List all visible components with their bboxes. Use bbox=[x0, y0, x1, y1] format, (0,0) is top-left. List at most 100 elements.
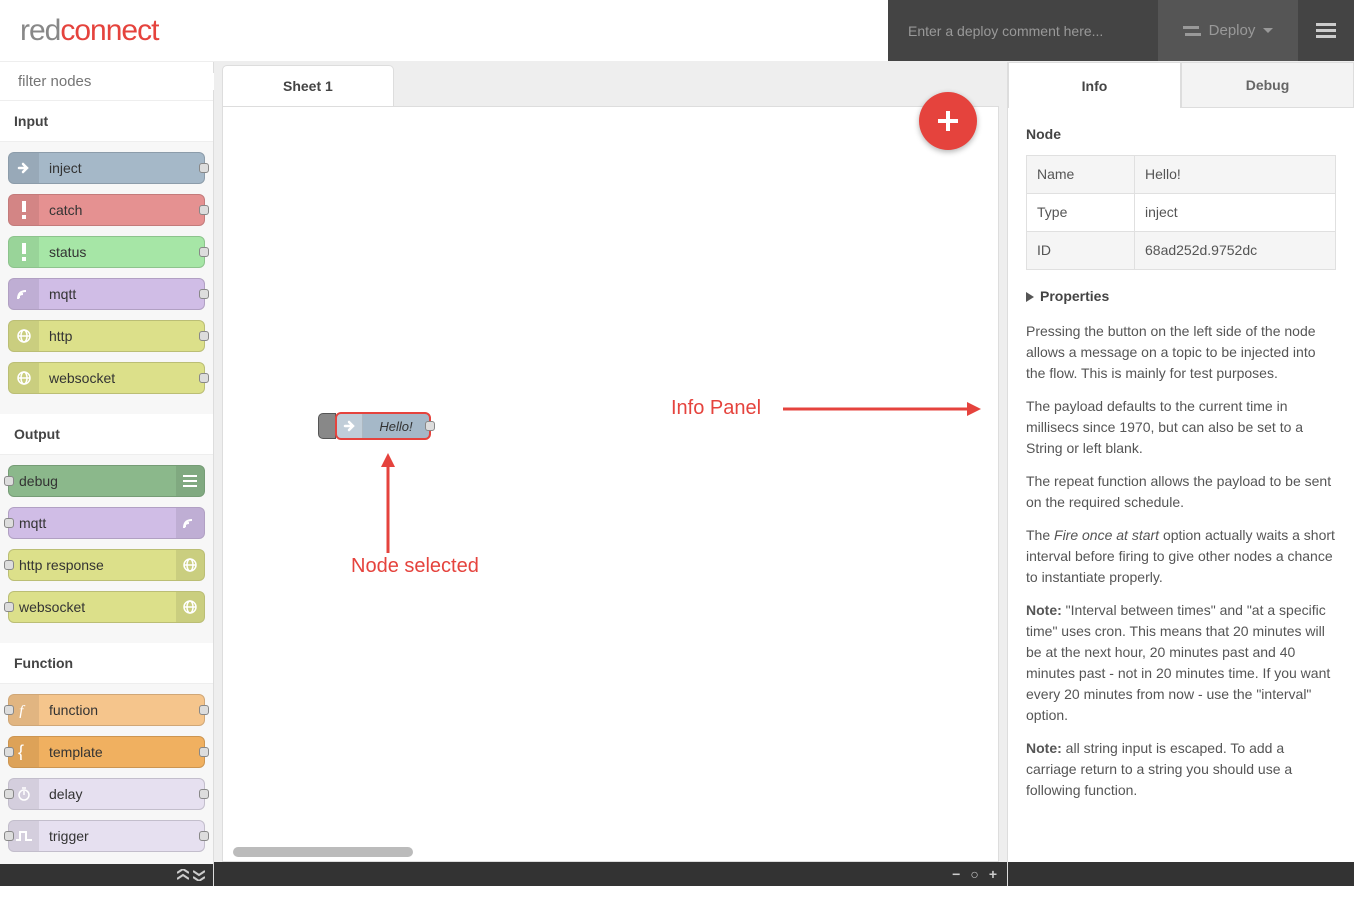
exclaim-icon bbox=[9, 237, 39, 267]
arrow-up-annotation-icon bbox=[373, 453, 403, 553]
zoom-out-icon[interactable]: − bbox=[952, 866, 960, 882]
plus-icon bbox=[936, 109, 960, 133]
palette-node-http-response[interactable]: http response bbox=[8, 549, 205, 581]
globe-icon bbox=[9, 321, 39, 351]
globe-icon bbox=[176, 550, 204, 580]
palette-node-label: catch bbox=[39, 202, 82, 218]
info-paragraph: Pressing the button on the left side of … bbox=[1026, 321, 1336, 384]
palette-node-label: template bbox=[39, 744, 103, 760]
input-port bbox=[4, 602, 14, 612]
add-button[interactable] bbox=[919, 92, 977, 150]
palette-node-inject[interactable]: inject bbox=[8, 152, 205, 184]
sidebar-tabs: Info Debug bbox=[1008, 62, 1354, 108]
node-label: Hello! bbox=[363, 419, 429, 434]
info-panel: Info Debug Node NameHello! Typeinject ID… bbox=[1008, 62, 1354, 886]
palette-node-status[interactable]: status bbox=[8, 236, 205, 268]
palette-node-trigger[interactable]: trigger bbox=[8, 820, 205, 852]
info-paragraph: Note: all string input is escaped. To ad… bbox=[1026, 738, 1336, 801]
chevron-down-icon bbox=[1263, 28, 1273, 34]
deploy-comment-input[interactable]: Enter a deploy comment here... bbox=[888, 0, 1158, 61]
svg-text:f: f bbox=[19, 703, 26, 718]
section-node-title: Node bbox=[1026, 124, 1336, 145]
output-port bbox=[199, 163, 209, 173]
canvas-area: Sheet 1 Hello! Info Panel Node selected bbox=[214, 62, 1008, 886]
category-header[interactable]: Input bbox=[0, 101, 213, 142]
palette-node-debug[interactable]: debug bbox=[8, 465, 205, 497]
app-logo: redconnect bbox=[0, 0, 888, 61]
flow-canvas[interactable]: Hello! Info Panel Node selected bbox=[222, 106, 999, 862]
palette-node-delay[interactable]: delay bbox=[8, 778, 205, 810]
output-port bbox=[199, 247, 209, 257]
node-body[interactable]: Hello! bbox=[335, 412, 431, 440]
output-port bbox=[199, 289, 209, 299]
list-icon bbox=[176, 466, 204, 496]
palette-footer bbox=[0, 864, 213, 886]
canvas-footer: − ○ + bbox=[214, 862, 1007, 886]
palette-node-websocket[interactable]: websocket bbox=[8, 362, 205, 394]
inject-node-instance[interactable]: Hello! bbox=[318, 412, 431, 440]
inject-trigger-button[interactable] bbox=[318, 413, 336, 439]
palette-node-mqtt[interactable]: mqtt bbox=[8, 507, 205, 539]
horizontal-scrollbar[interactable] bbox=[233, 847, 413, 857]
palette-node-mqtt[interactable]: mqtt bbox=[8, 278, 205, 310]
output-port bbox=[199, 373, 209, 383]
palette-node-websocket[interactable]: websocket bbox=[8, 591, 205, 623]
exclaim-icon bbox=[9, 195, 39, 225]
app-header: redconnect Enter a deploy comment here..… bbox=[0, 0, 1354, 62]
palette-node-http[interactable]: http bbox=[8, 320, 205, 352]
globe-icon bbox=[9, 363, 39, 393]
menu-button[interactable] bbox=[1298, 0, 1354, 61]
info-paragraph: The Fire once at start option actually w… bbox=[1026, 525, 1336, 588]
table-row: NameHello! bbox=[1027, 156, 1336, 194]
tab-info[interactable]: Info bbox=[1008, 62, 1181, 108]
tab-bar: Sheet 1 bbox=[214, 62, 1007, 106]
wifi-icon bbox=[176, 508, 204, 538]
arrow-right-icon bbox=[337, 414, 363, 438]
input-port bbox=[4, 831, 14, 841]
filter-box bbox=[0, 62, 213, 101]
output-port bbox=[199, 705, 209, 715]
palette-node-label: status bbox=[39, 244, 86, 260]
arrow-right-annotation-icon bbox=[783, 399, 983, 419]
annotation-info-panel: Info Panel bbox=[671, 397, 761, 420]
filter-input[interactable] bbox=[18, 73, 217, 90]
palette-node-catch[interactable]: catch bbox=[8, 194, 205, 226]
properties-header[interactable]: Properties bbox=[1026, 286, 1336, 307]
category-header[interactable]: Function bbox=[0, 643, 213, 684]
zoom-reset-icon[interactable]: ○ bbox=[970, 866, 978, 882]
output-port bbox=[199, 205, 209, 215]
output-port[interactable] bbox=[425, 421, 435, 431]
input-port bbox=[4, 560, 14, 570]
annotation-node-selected: Node selected bbox=[351, 555, 479, 578]
category-header[interactable]: Output bbox=[0, 414, 213, 455]
palette-node-label: trigger bbox=[39, 828, 89, 844]
info-paragraph: Note: "Interval between times" and "at a… bbox=[1026, 600, 1336, 726]
sidebar-footer bbox=[1008, 862, 1354, 886]
node-info-table: NameHello! Typeinject ID68ad252d.9752dc bbox=[1026, 155, 1336, 270]
palette-node-label: delay bbox=[39, 786, 82, 802]
palette-scroll[interactable]: Input inject catch status mqtt http websocket O… bbox=[0, 101, 213, 864]
palette-node-function[interactable]: f function bbox=[8, 694, 205, 726]
main-content: Input inject catch status mqtt http websocket O… bbox=[0, 62, 1354, 886]
output-port bbox=[199, 331, 209, 341]
output-port bbox=[199, 831, 209, 841]
palette-node-label: mqtt bbox=[39, 286, 76, 302]
sheet-tab[interactable]: Sheet 1 bbox=[222, 65, 394, 106]
input-port bbox=[4, 789, 14, 799]
palette-node-label: function bbox=[39, 702, 98, 718]
chevron-down-icon[interactable] bbox=[193, 869, 205, 881]
palette-node-template[interactable]: {template bbox=[8, 736, 205, 768]
node-palette: Input inject catch status mqtt http websocket O… bbox=[0, 62, 214, 886]
zoom-in-icon[interactable]: + bbox=[989, 866, 997, 882]
deploy-button[interactable]: Deploy bbox=[1158, 0, 1298, 61]
hamburger-icon bbox=[1316, 23, 1336, 39]
caret-right-icon bbox=[1026, 292, 1034, 302]
input-port bbox=[4, 476, 14, 486]
tab-debug[interactable]: Debug bbox=[1181, 62, 1354, 108]
chevron-up-icon[interactable] bbox=[177, 869, 189, 881]
deploy-icon bbox=[1183, 24, 1201, 38]
input-port bbox=[4, 747, 14, 757]
output-port bbox=[199, 789, 209, 799]
input-port bbox=[4, 705, 14, 715]
arrow-right-icon bbox=[9, 153, 39, 183]
